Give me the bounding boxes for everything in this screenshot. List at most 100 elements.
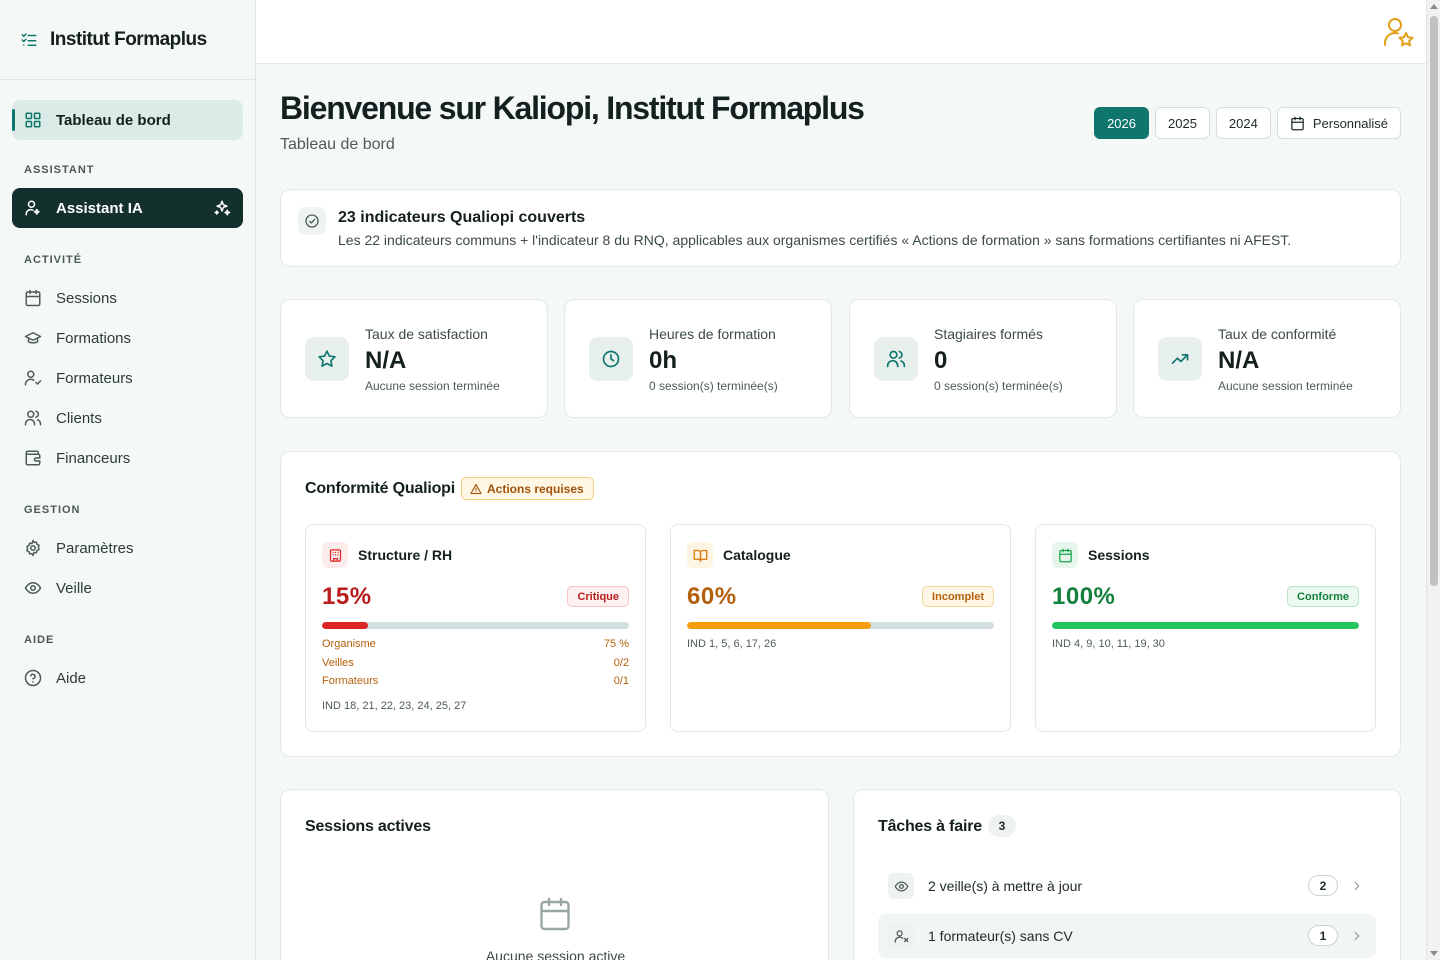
- actions-required-badge: Actions requises: [461, 477, 594, 500]
- sidebar: Institut Formaplus Tableau de bord ASSIS…: [0, 0, 256, 960]
- sidebar-item-label: Veille: [56, 579, 92, 597]
- task-item[interactable]: 2 veille(s) à mettre à jour 2: [878, 864, 1376, 908]
- conformity-percent: 100%: [1052, 583, 1116, 610]
- stat-value: N/A: [1218, 347, 1260, 374]
- brand[interactable]: Institut Formaplus: [0, 0, 255, 80]
- clock-icon: [589, 337, 633, 381]
- stat-subtext: Aucune session terminée: [1218, 379, 1353, 393]
- users-icon: [24, 409, 42, 427]
- conformity-card-title: Catalogue: [723, 547, 791, 563]
- stat-subtext: Aucune session terminée: [365, 379, 500, 393]
- conformity-detail-row: Formateurs 0/1: [322, 675, 629, 687]
- page-subtitle: Tableau de bord: [280, 136, 395, 153]
- scrollbar-thumb[interactable]: [1430, 16, 1438, 586]
- status-badge: Conforme: [1287, 586, 1359, 607]
- section-title-activity: ACTIVITÉ: [24, 254, 83, 266]
- user-sparkle-icon: [24, 199, 42, 217]
- indicator-list: IND 18, 21, 22, 23, 24, 25, 27: [322, 700, 467, 712]
- detail-label: Organisme: [322, 638, 376, 650]
- custom-period-button[interactable]: Personnalisé: [1276, 107, 1401, 139]
- progress-bar-fill: [687, 622, 872, 629]
- year-button-2025[interactable]: 2025: [1155, 107, 1210, 139]
- conformity-detail-row: Organisme 75 %: [322, 638, 629, 650]
- calendar-icon: [537, 896, 573, 932]
- star-icon: [305, 337, 349, 381]
- chevron-right-icon: [1350, 879, 1364, 893]
- detail-value: 0/2: [613, 657, 629, 669]
- info-title: 23 indicateurs Qualiopi couverts: [338, 209, 586, 226]
- users-icon: [874, 337, 918, 381]
- user-x-icon: [888, 923, 914, 949]
- scrollbar[interactable]: [1426, 0, 1440, 960]
- sidebar-item-formateurs[interactable]: Formateurs: [12, 358, 243, 398]
- section-title-management: GESTION: [24, 504, 81, 516]
- conformity-card-sessions[interactable]: Sessions 100% Conforme IND 4, 9, 10, 11,…: [1035, 524, 1376, 732]
- list-check-icon: [20, 31, 38, 49]
- conformity-card-catalogue[interactable]: Catalogue 60% Incomplet IND 1, 5, 6, 17,…: [670, 524, 1011, 732]
- empty-state-text: Aucune session active: [485, 948, 626, 960]
- stat-value: 0: [934, 347, 948, 374]
- sidebar-item-label: Paramètres: [56, 539, 134, 557]
- sidebar-item-aide[interactable]: Aide: [12, 658, 243, 698]
- tasks-card: Tâches à faire 3 2 veille(s) à mettre à …: [853, 789, 1401, 960]
- brand-name: Institut Formaplus: [50, 28, 207, 50]
- stat-subtext: 0 session(s) terminée(s): [649, 379, 778, 393]
- stat-value: N/A: [365, 347, 407, 374]
- sidebar-item-dashboard[interactable]: Tableau de bord: [12, 100, 243, 140]
- qualiopi-conformity-card: Conformité Qualiopi Actions requises Str…: [280, 451, 1401, 757]
- info-description: Les 22 indicateurs communs + l'indicateu…: [338, 232, 1292, 248]
- scroll-up-arrow-icon[interactable]: [1430, 4, 1438, 9]
- detail-value: 0/1: [613, 675, 629, 687]
- custom-period-label: Personnalisé: [1312, 115, 1388, 131]
- top-bar: [256, 0, 1426, 64]
- sidebar-item-assistant-ia[interactable]: Assistant IA: [12, 188, 243, 228]
- indicator-list: IND 1, 5, 6, 17, 26: [687, 638, 777, 650]
- sidebar-item-parametres[interactable]: Paramètres: [12, 528, 243, 568]
- task-label: 1 formateur(s) sans CV: [928, 928, 1073, 944]
- year-button-2024[interactable]: 2024: [1215, 107, 1271, 139]
- stat-label: Taux de conformité: [1218, 326, 1337, 342]
- conformity-percent: 15%: [322, 583, 372, 610]
- stat-label: Heures de formation: [649, 326, 776, 342]
- trending-up-icon: [1158, 337, 1202, 381]
- layout-grid-icon: [24, 111, 42, 129]
- year-button-2026[interactable]: 2026: [1094, 107, 1149, 139]
- conformity-card-structure[interactable]: Structure / RH 15% Critique Organisme 75…: [305, 524, 646, 732]
- detail-label: Formateurs: [322, 675, 379, 687]
- sidebar-item-formations[interactable]: Formations: [12, 318, 243, 358]
- task-item[interactable]: 1 formateur(s) sans CV 1: [878, 914, 1376, 958]
- eye-icon: [888, 873, 914, 899]
- sidebar-item-label: Formations: [56, 329, 132, 347]
- sidebar-item-label: Sessions: [56, 289, 117, 307]
- stat-label: Taux de satisfaction: [365, 326, 488, 342]
- gear-icon: [24, 539, 42, 557]
- circle-check-icon: [298, 207, 326, 235]
- sidebar-item-label: Tableau de bord: [56, 111, 171, 129]
- active-sessions-title: Sessions actives: [305, 818, 431, 835]
- conformity-detail-row: Veilles 0/2: [322, 657, 629, 669]
- indicator-list: IND 4, 9, 10, 11, 19, 30: [1052, 638, 1165, 650]
- user-check-icon: [24, 369, 42, 387]
- conformity-card-title: Sessions: [1088, 547, 1150, 563]
- sidebar-item-financeurs[interactable]: Financeurs: [12, 438, 243, 478]
- sidebar-item-label: Aide: [56, 669, 87, 687]
- scroll-down-arrow-icon[interactable]: [1430, 951, 1438, 956]
- page-title: Bienvenue sur Kaliopi, Institut Formaplu…: [280, 90, 865, 126]
- detail-label: Veilles: [322, 657, 354, 669]
- progress-bar: [1052, 622, 1359, 629]
- user-star-icon[interactable]: [1382, 16, 1414, 48]
- sidebar-item-label: Financeurs: [56, 449, 131, 467]
- sidebar-item-label: Assistant IA: [56, 199, 143, 217]
- progress-bar-fill: [322, 622, 369, 629]
- sidebar-item-veille[interactable]: Veille: [12, 568, 243, 608]
- task-count-badge: 1: [1308, 925, 1338, 946]
- sidebar-item-clients[interactable]: Clients: [12, 398, 243, 438]
- status-badge: Incomplet: [922, 586, 994, 607]
- progress-bar: [687, 622, 994, 629]
- calendar-icon: [24, 289, 42, 307]
- section-title-assistant: ASSISTANT: [24, 164, 95, 176]
- sidebar-item-sessions[interactable]: Sessions: [12, 278, 243, 318]
- help-circle-icon: [24, 669, 42, 687]
- sidebar-item-label: Clients: [56, 409, 102, 427]
- task-label: 2 veille(s) à mettre à jour: [928, 878, 1083, 894]
